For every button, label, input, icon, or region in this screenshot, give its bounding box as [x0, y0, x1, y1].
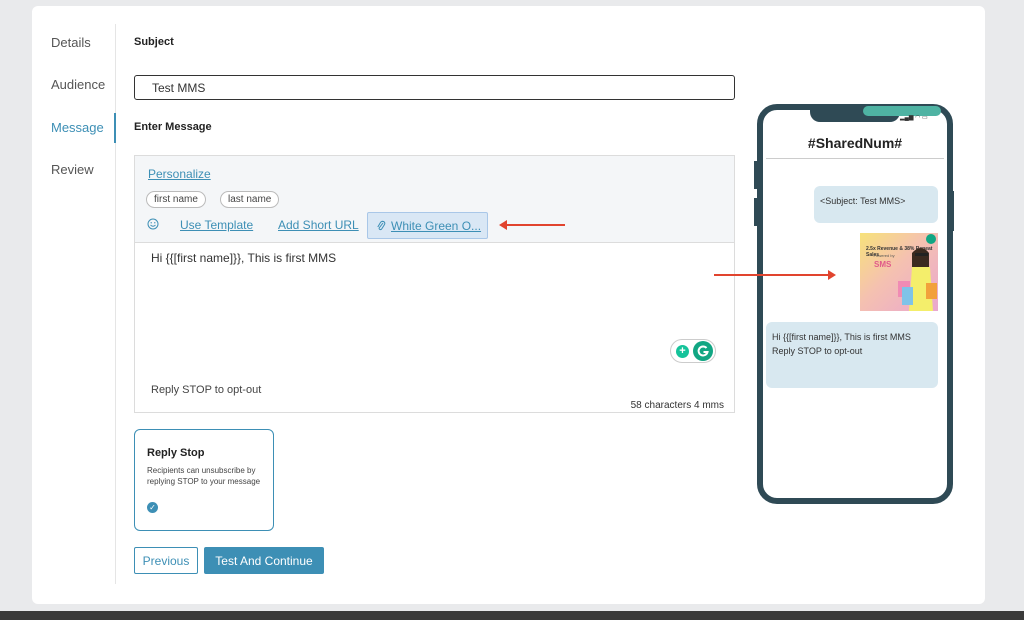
message-bubble: Hi {{[first name]}}, This is first MMS R… — [766, 322, 938, 388]
check-icon[interactable]: ✓ — [147, 502, 158, 513]
reply-stop-title: Reply Stop — [147, 447, 205, 459]
editor-toolbar: Personalize first name last name Use Tem… — [135, 156, 734, 243]
chip-first-name[interactable]: first name — [146, 191, 206, 208]
message-body[interactable]: Hi {{[first name]}}, This is first MMS — [151, 251, 336, 265]
reply-stop-card[interactable]: Reply Stop Recipients can unsubscribe by… — [134, 429, 274, 531]
message-editor: Personalize first name last name Use Tem… — [134, 155, 735, 413]
annotation-arrow-left — [499, 221, 565, 229]
phone-title: #SharedNum# — [807, 135, 903, 151]
nav-item-audience[interactable]: Audience — [51, 70, 115, 100]
use-template-link[interactable]: Use Template — [180, 218, 253, 232]
reply-stop-description: Recipients can unsubscribe by replying S… — [147, 466, 261, 486]
subject-bubble: <Subject: Test MMS> — [814, 186, 938, 223]
personalize-link[interactable]: Personalize — [148, 167, 211, 181]
previous-button[interactable]: Previous — [134, 547, 198, 574]
status-bar-icons: ▂▄▆ ◠ ▭ — [900, 115, 928, 121]
nav-item-details[interactable]: Details — [51, 28, 115, 58]
phone-notch — [810, 104, 941, 122]
message-label: Enter Message — [134, 121, 212, 133]
woman-with-bags-illustration — [898, 248, 937, 311]
campaign-card: Details Audience Message Review Subject … — [32, 6, 985, 604]
mms-image-subline: ~ Powered by — [870, 253, 895, 258]
attachment-name[interactable]: White Green O... — [391, 219, 481, 233]
side-nav: Details Audience Message Review — [32, 24, 116, 584]
nav-item-message[interactable]: Message — [51, 113, 116, 143]
taskbar-strip — [0, 611, 1024, 620]
attachment-chip[interactable]: White Green O... — [367, 212, 488, 239]
character-counter: 58 characters 4 mms — [630, 400, 724, 411]
mms-image: 2.5x Revenue & 38% Repeat Sales ~ Powere… — [860, 233, 938, 311]
subject-input[interactable] — [134, 75, 735, 100]
nav-item-review[interactable]: Review — [51, 155, 115, 185]
grammarly-icon — [693, 341, 713, 361]
grammarly-icon — [926, 234, 936, 244]
chip-last-name[interactable]: last name — [220, 191, 280, 208]
paperclip-icon — [376, 219, 386, 237]
test-and-continue-button[interactable]: Test And Continue — [204, 547, 324, 574]
emoji-icon[interactable] — [147, 218, 159, 233]
phone-divider — [766, 158, 944, 159]
subject-label: Subject — [134, 36, 174, 48]
opt-out-text: Reply STOP to opt-out — [151, 384, 262, 396]
add-short-url-link[interactable]: Add Short URL — [278, 218, 359, 232]
mms-image-brand: SMS — [874, 260, 892, 269]
message-bubble-body: Hi {{[first name]}}, This is first MMS — [772, 332, 911, 342]
plus-icon: + — [676, 345, 689, 358]
message-bubble-opt-out: Reply STOP to opt-out — [772, 346, 863, 356]
phone-preview: ▂▄▆ ◠ ▭ #SharedNum# <Subject: Test MMS> … — [757, 104, 953, 504]
annotation-arrow-right — [714, 271, 836, 279]
grammarly-widget[interactable]: + — [670, 339, 716, 363]
